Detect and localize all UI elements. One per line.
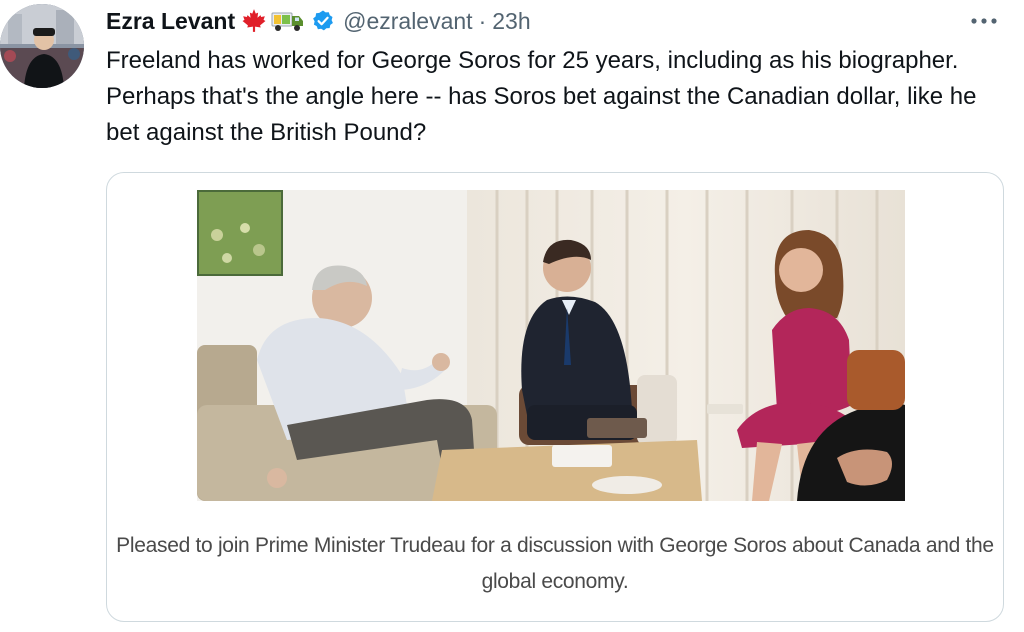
meeting-photo[interactable] (197, 190, 905, 501)
caption-line-1: Pleased to join Prime Minister Trudeau f… (116, 534, 994, 557)
tweet-text: Freeland has worked for George Soros for… (106, 47, 977, 146)
verified-badge-icon (311, 9, 335, 33)
author-handle[interactable]: @ezralevant (343, 8, 472, 35)
more-options-button[interactable] (966, 6, 1002, 36)
avatar-image (0, 4, 84, 88)
truck-icon (271, 8, 305, 34)
tweet-header: Ezra Levant @ezralevant · 23h (106, 6, 531, 36)
more-horizontal-icon (971, 18, 997, 24)
caption-line-2: global economy. (481, 570, 629, 593)
separator-dot: · (478, 7, 487, 34)
author-name[interactable]: Ezra Levant (106, 8, 235, 35)
photo-caption: Pleased to join Prime Minister Trudeau f… (107, 528, 1003, 600)
author-avatar[interactable] (0, 4, 84, 88)
media-card[interactable]: Pleased to join Prime Minister Trudeau f… (106, 172, 1004, 622)
maple-leaf-icon (241, 8, 267, 34)
tweet-timestamp[interactable]: 23h (492, 8, 530, 35)
